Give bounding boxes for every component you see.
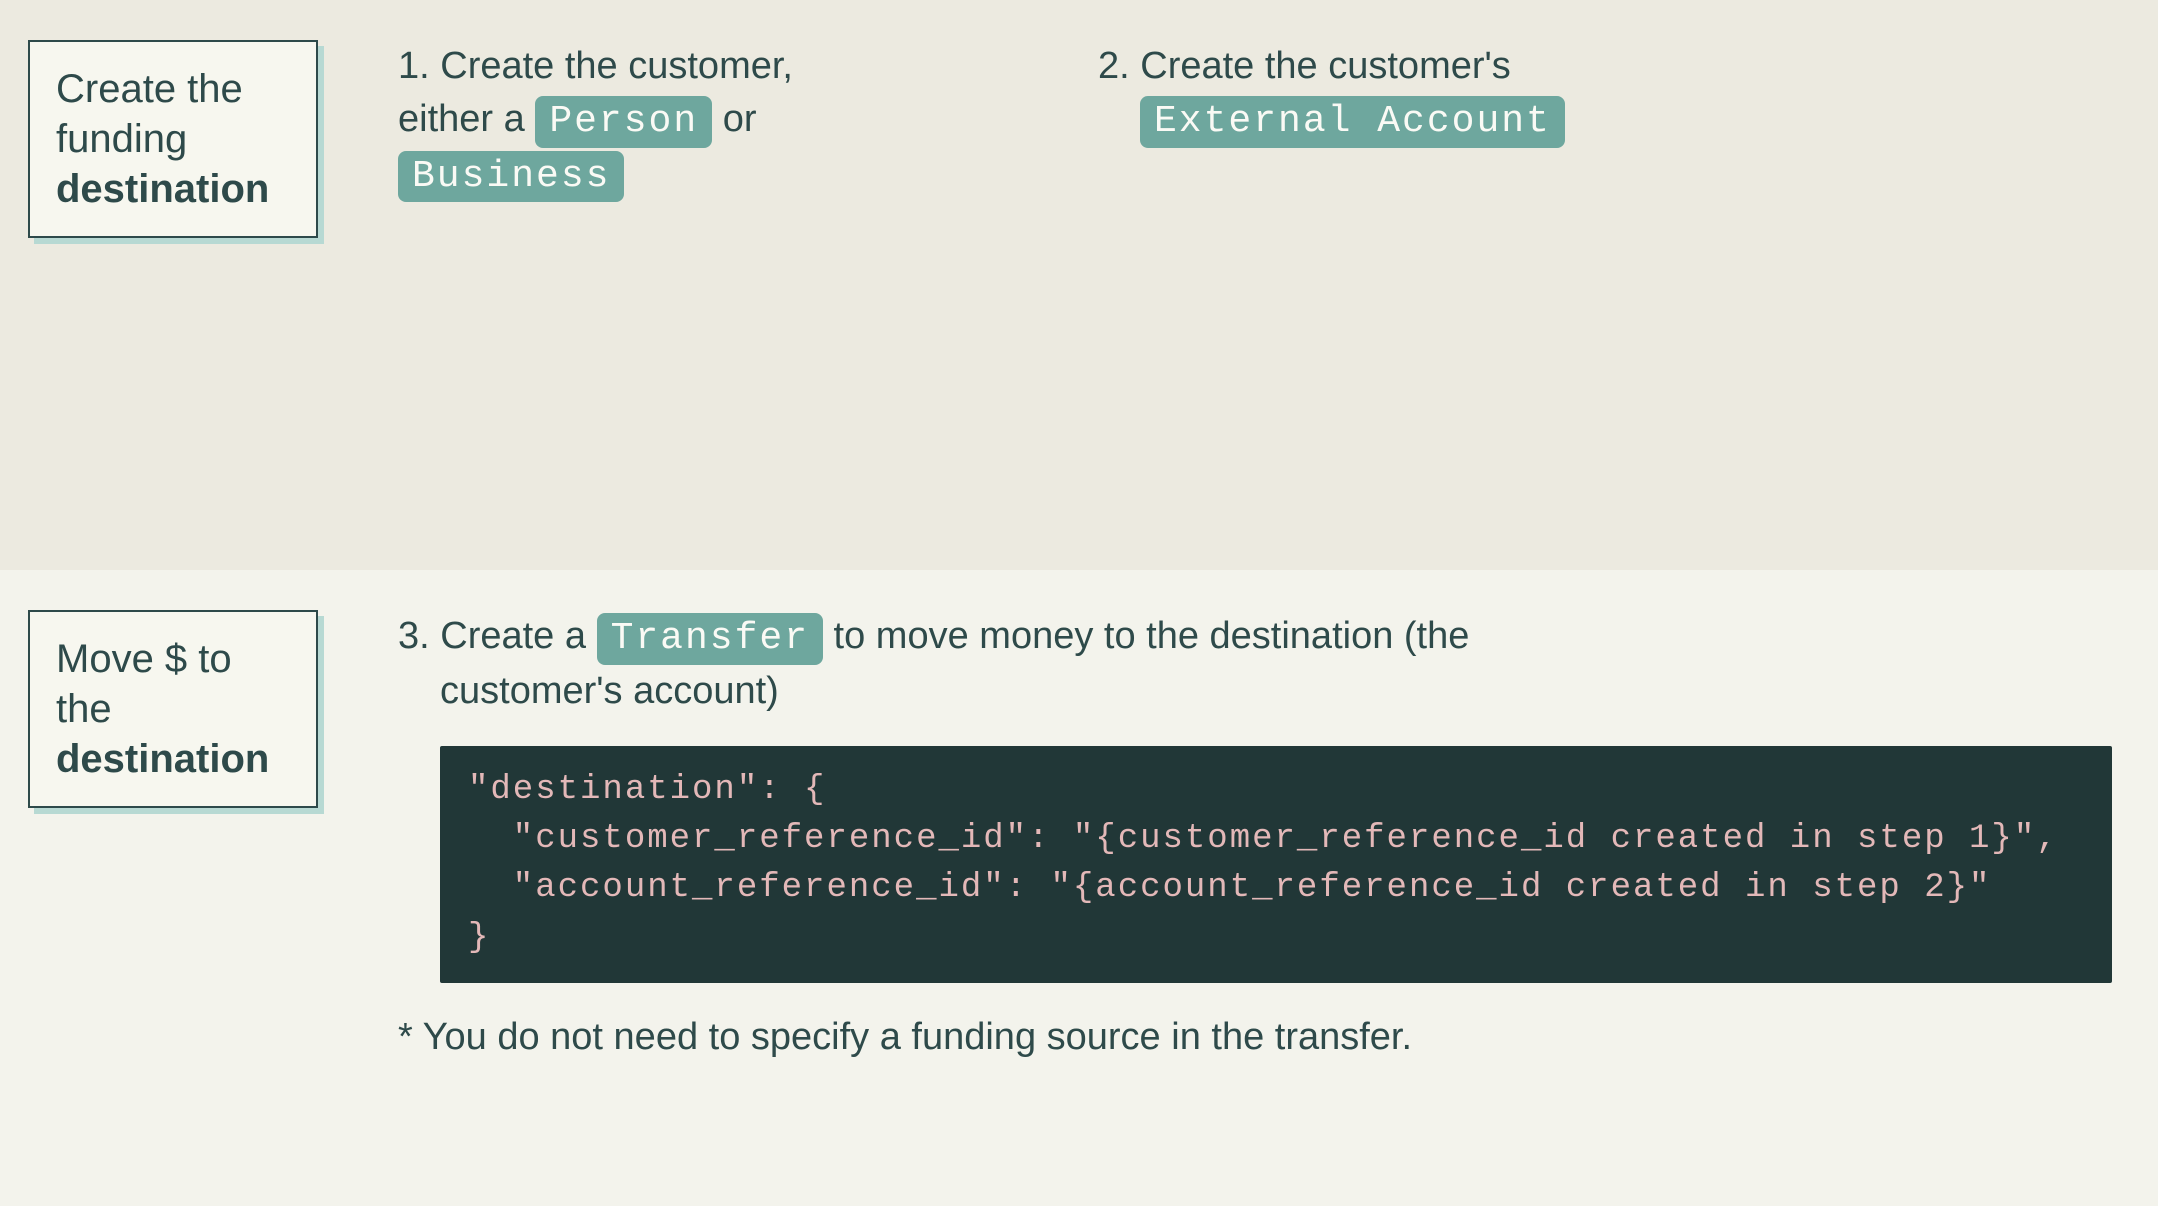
section-create-destination: Create the funding destination 1. Create… bbox=[0, 0, 2158, 570]
step-2: 2. Create the customer's External Accoun… bbox=[1098, 40, 1798, 202]
step-2-text: 2. Create the customer's External Accoun… bbox=[1098, 40, 1798, 148]
code-line-1: "destination": { bbox=[468, 766, 2084, 815]
step-2-part1: 2. Create the customer's bbox=[1098, 45, 1511, 87]
bottom-content: 3. Create a Transfer to move money to th… bbox=[398, 610, 2098, 1064]
chip-external-account: External Account bbox=[1140, 96, 1565, 148]
chip-person: Person bbox=[535, 96, 712, 148]
label-line-1: Create the bbox=[56, 67, 243, 111]
step-1-text: 1. Create the customer, either a Person … bbox=[398, 40, 958, 202]
chip-transfer: Transfer bbox=[597, 613, 823, 665]
label-line-3: destination bbox=[56, 737, 269, 781]
label-line-1: Move $ to bbox=[56, 637, 232, 681]
label-line-2: the bbox=[56, 687, 112, 731]
step-1-part2-mid: or bbox=[712, 98, 756, 140]
label-line-3: destination bbox=[56, 167, 269, 211]
step-3-line2: customer's account) bbox=[398, 670, 779, 712]
step-1: 1. Create the customer, either a Person … bbox=[398, 40, 958, 202]
chip-business: Business bbox=[398, 151, 624, 203]
footnote: * You do not need to specify a funding s… bbox=[398, 1011, 2058, 1064]
code-line-2: "customer_reference_id": "{customer_refe… bbox=[468, 815, 2084, 864]
step-3-mid: to move money to the destination (the bbox=[823, 615, 1469, 657]
label-create-destination: Create the funding destination bbox=[28, 40, 318, 238]
code-line-3: "account_reference_id": "{account_refere… bbox=[468, 864, 2084, 913]
label-line-2: funding bbox=[56, 117, 187, 161]
step-3-text: 3. Create a Transfer to move money to th… bbox=[398, 610, 2058, 718]
top-content: 1. Create the customer, either a Person … bbox=[398, 40, 2130, 202]
code-line-4: } bbox=[468, 914, 2084, 963]
step-1-part2-prefix: either a bbox=[398, 98, 535, 140]
code-block-destination: "destination": { "customer_reference_id"… bbox=[440, 746, 2112, 983]
label-move-money: Move $ to the destination bbox=[28, 610, 318, 808]
step-2-chip-wrap: External Account bbox=[1098, 98, 1565, 140]
section-move-money: Move $ to the destination 3. Create a Tr… bbox=[0, 570, 2158, 1206]
step-3-prefix: 3. Create a bbox=[398, 615, 597, 657]
step-1-part1: 1. Create the customer, bbox=[398, 45, 793, 87]
